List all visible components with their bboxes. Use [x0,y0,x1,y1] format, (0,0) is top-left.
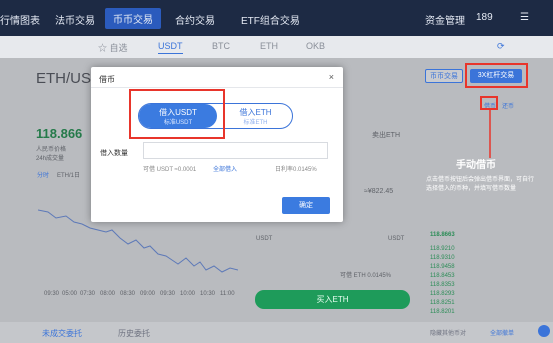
coin-trade-button[interactable]: 币币交易 [425,69,463,83]
settings-icon[interactable]: ⟳ [497,41,505,52]
sell-label: 卖出ETH [372,132,400,139]
menu-icon[interactable]: ☰ [520,12,529,23]
book-row: 118.9210 [430,246,455,252]
amount-label: 借入数量 [100,150,128,157]
tab-btc[interactable]: BTC [212,41,230,51]
tab-order-history[interactable]: 历史委托 [118,328,150,339]
book-row: 118.9310 [430,255,455,261]
book-row: 118.9458 [430,264,455,270]
chart-time-label: 07:30 [80,291,96,297]
last-price: 118.866 [36,126,83,141]
help-icon[interactable] [538,325,550,337]
chart-tab-time[interactable]: 分时 [37,170,49,179]
chart-time-label: 10:00 [180,291,196,297]
tab-okb[interactable]: OKB [306,41,325,51]
nav-market-chart[interactable]: 行情图表 [0,12,40,27]
book-last-price: 118.8663 [430,232,455,238]
nav-etf-trade[interactable]: ETF组合交易 [241,12,300,27]
repay-link[interactable]: 还币 [502,101,514,110]
chart-time-label: 10:30 [200,291,216,297]
cancel-all-button[interactable]: 全部撤单 [490,328,514,337]
borrow-all-link[interactable]: 全部借入 [213,164,237,173]
tab-favorites[interactable]: ☆ 自选 [98,41,128,54]
nav-user[interactable]: 189 [476,12,493,23]
book-row: 118.8201 [430,309,455,315]
tab-eth[interactable]: ETH [260,41,278,51]
nav-fiat-trade[interactable]: 法币交易 [55,12,95,27]
chart-time-label: 08:00 [100,291,116,297]
chart-time-label: 08:30 [120,291,136,297]
chart-time-label: 09:00 [140,291,156,297]
tab-open-orders[interactable]: 未成交委托 [42,328,82,339]
borrow-highlight-box [480,96,498,110]
borrow-rate-text: 可借 ETH 0.0145% [340,273,392,279]
hide-other-pairs-checkbox[interactable]: 隐藏其他币对 [430,328,466,337]
nav-asset-management[interactable]: 资金管理 [425,12,465,27]
annotation-title: 手动借币 [456,160,496,171]
volume-label: 24h成交量 [36,156,65,162]
top-nav: 行情图表 法币交易 币币交易 合约交易 ETF组合交易 资金管理 189 ☰ [0,0,553,36]
annotation-arrow [489,110,491,158]
daily-rate-text: 日利率0.0145% [275,167,317,173]
borrow-dialog: 借币 × 借入USDT 标准USDT 借入ETH 标准ETH 借入数量 可借 U… [91,67,343,222]
chart-time-label: 09:30 [160,291,176,297]
pair-symbol: ETH/US [36,70,92,87]
borrow-eth-sublabel: 标准ETH [243,120,268,126]
tab-usdt[interactable]: USDT [158,41,183,54]
available-text: 可借 USDT ≈0.0001 [143,167,197,173]
chart-time-label: 05:00 [62,291,78,297]
chart-time-label: 09:30 [44,291,60,297]
amount-input[interactable] [143,142,328,159]
chart-tab-daily[interactable]: ETH/1日 [57,170,80,179]
margin-highlight-box [465,63,528,88]
book-row: 118.8251 [430,300,455,306]
chart-time-label: 11:00 [220,291,235,297]
currency-highlight-box [129,89,225,139]
close-icon[interactable]: × [329,72,334,82]
slider-min-label: USDT [256,236,273,242]
annotation-body: 点击借币按钮后会弹出借币界面，可自行选择借入的币种，并填写借币数量 [426,177,535,192]
cny-price-label: 人民币价格 [36,147,67,153]
book-row: 118.8293 [430,291,455,297]
dialog-divider [91,87,343,88]
estimated-value: ≈¥822.45 [364,188,394,195]
book-row: 118.8453 [430,273,455,279]
nav-coin-trade[interactable]: 币币交易 [105,8,161,29]
nav-contract-trade[interactable]: 合约交易 [175,12,215,27]
market-tabs: ☆ 自选 USDT BTC ETH OKB ⟳ [0,36,553,58]
bottom-bar: 未成交委托 历史委托 隐藏其他币对 全部撤单 [0,322,553,343]
book-row: 118.8353 [430,282,455,288]
dialog-title: 借币 [99,75,115,84]
slider-max-label: USDT [388,236,405,242]
buy-eth-button[interactable]: 买入ETH [255,290,410,309]
confirm-button[interactable]: 确定 [282,197,330,214]
